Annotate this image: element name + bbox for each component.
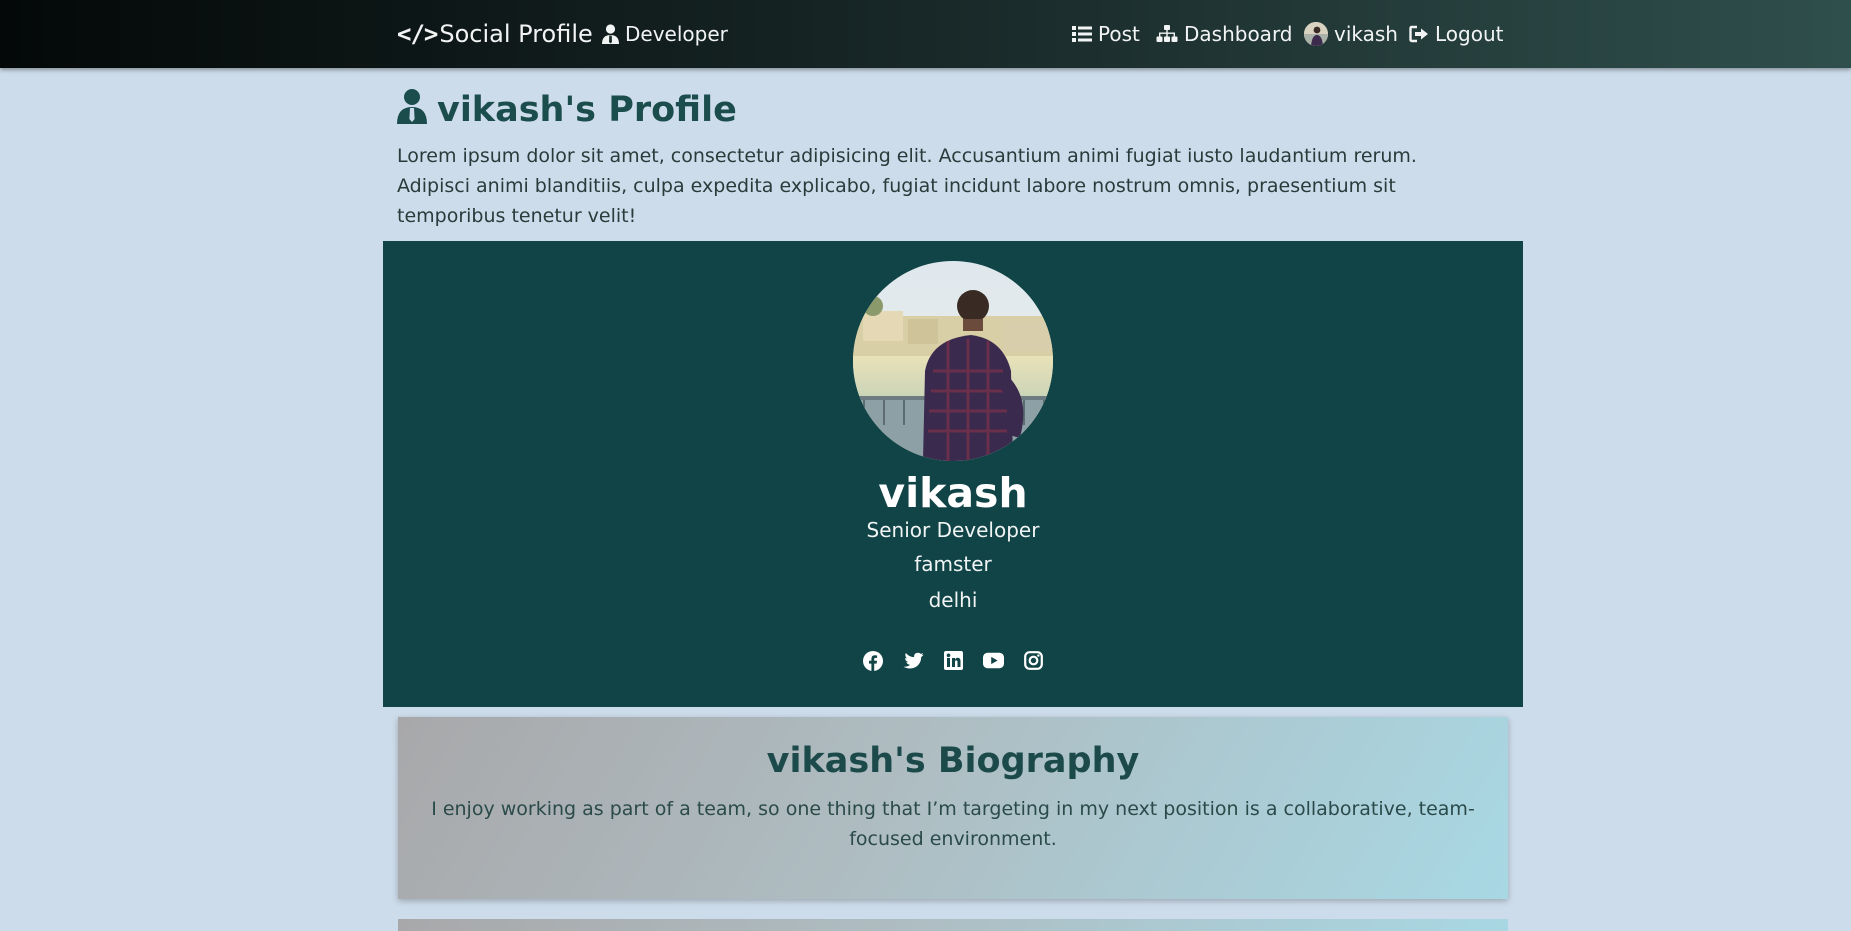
instagram-icon[interactable] [1023, 650, 1044, 671]
twitter-icon[interactable] [902, 650, 924, 671]
biography-title: vikash's Biography [766, 741, 1140, 781]
next-section-card [398, 919, 1508, 931]
profile-status: Senior Developer [866, 518, 1040, 542]
brand-label: Social Profile [439, 20, 593, 48]
user-tie-icon [602, 24, 619, 44]
profile-company: famster [914, 552, 992, 576]
profile-location: delhi [928, 588, 978, 612]
nav-logout-label: Logout [1435, 22, 1504, 46]
facebook-icon[interactable] [863, 650, 884, 671]
youtube-icon[interactable] [982, 650, 1004, 671]
nav-post-link[interactable]: Post [1072, 18, 1140, 50]
nav-logout-link[interactable]: Logout [1409, 18, 1503, 50]
profile-name: vikash [878, 469, 1028, 517]
code-icon: </> [397, 20, 438, 48]
nav-post-label: Post [1098, 22, 1140, 46]
navbar: </> Social Profile Developer Post Dashbo… [0, 0, 1851, 68]
profile-card: vikash Senior Developer famster delhi [383, 241, 1523, 707]
page-lead: Lorem ipsum dolor sit amet, consectetur … [397, 145, 1417, 227]
avatar [1304, 22, 1328, 46]
linkedin-icon[interactable] [943, 650, 964, 671]
page-title-text: vikash's Profile [437, 90, 737, 130]
nav-user-link[interactable]: vikash [1304, 18, 1398, 50]
nav-developers-link[interactable]: Developer [602, 18, 728, 50]
biography-card: vikash's Biography I enjoy working as pa… [398, 717, 1508, 899]
nav-user-label: vikash [1334, 22, 1398, 46]
sitemap-icon [1156, 25, 1178, 43]
list-icon [1072, 25, 1092, 43]
brand-link[interactable]: </> Social Profile [397, 18, 593, 50]
social-links [383, 650, 1523, 671]
biography-text: I enjoy working as part of a team, so on… [431, 798, 1475, 850]
page-title: vikash's Profile [397, 88, 737, 132]
nav-developers-label: Developer [625, 22, 728, 46]
user-tie-icon [397, 88, 427, 133]
nav-dashboard-label: Dashboard [1184, 22, 1293, 46]
sign-out-icon [1409, 25, 1429, 43]
profile-avatar [853, 261, 1053, 461]
nav-dashboard-link[interactable]: Dashboard [1156, 18, 1293, 50]
